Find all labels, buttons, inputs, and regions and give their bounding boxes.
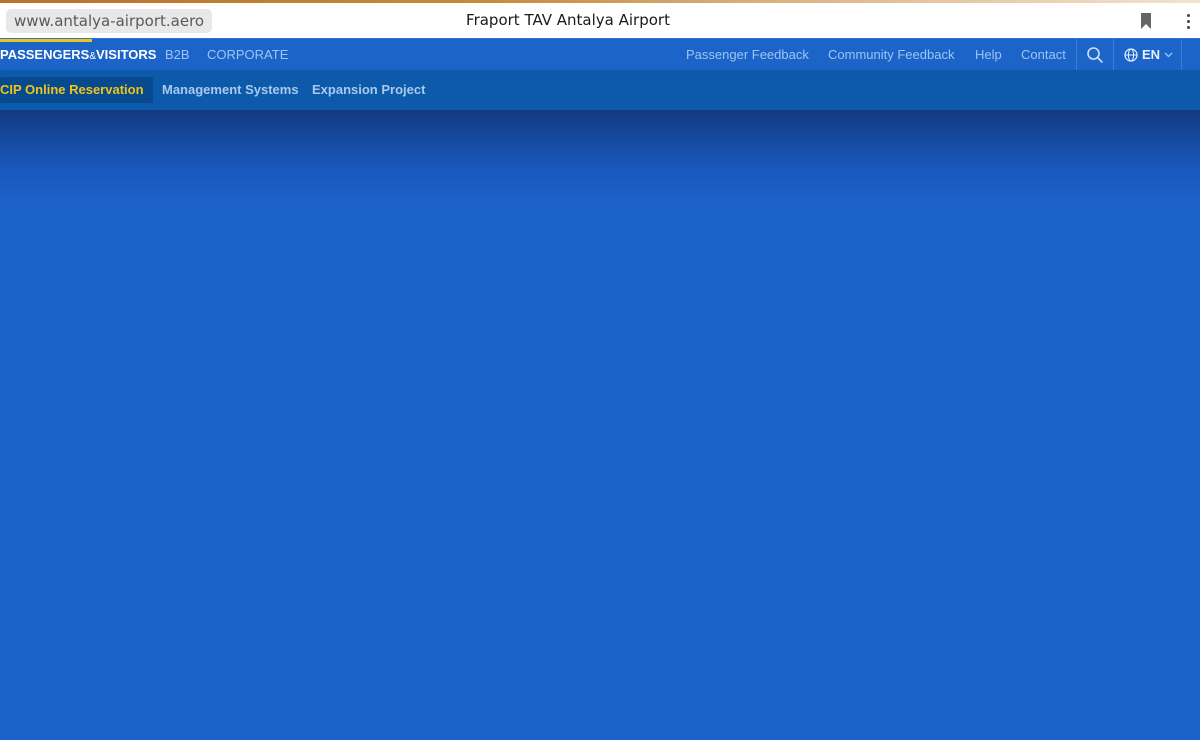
nav-passengers-visitors[interactable]: PASSENGERS&VISITORS — [0, 39, 156, 70]
nav-divider — [1076, 39, 1077, 70]
browser-toolbar: www.antalya-airport.aero Fraport TAV Ant… — [0, 3, 1200, 38]
nav-divider — [1181, 39, 1182, 70]
language-label: EN — [1142, 47, 1161, 62]
nav-passengers-amp: & — [89, 51, 97, 62]
nav-community-feedback[interactable]: Community Feedback — [828, 39, 954, 70]
subnav-cip-online-reservation[interactable]: CIP Online Reservation — [0, 77, 153, 103]
globe-icon — [1124, 47, 1138, 62]
nav-help[interactable]: Help — [975, 39, 1002, 70]
subnav-management-systems[interactable]: Management Systems — [162, 70, 299, 110]
nav-passengers-label: PASSENGERS — [0, 47, 90, 62]
nav-corporate[interactable]: CORPORATE — [207, 39, 288, 70]
nav-passenger-feedback[interactable]: Passenger Feedback — [686, 39, 809, 70]
chevron-down-icon — [1164, 52, 1173, 57]
hero-area — [0, 110, 1200, 740]
secondary-nav: CIP Online Reservation Management System… — [0, 70, 1200, 110]
page-title: Fraport TAV Antalya Airport — [466, 11, 670, 29]
primary-nav: PASSENGERS&VISITORS B2B CORPORATE Passen… — [0, 38, 1200, 70]
nav-contact[interactable]: Contact — [1021, 39, 1066, 70]
search-icon[interactable] — [1086, 46, 1104, 64]
bookmark-icon[interactable] — [1140, 13, 1152, 29]
subnav-expansion-project[interactable]: Expansion Project — [312, 70, 425, 110]
nav-visitors-label: VISITORS — [96, 47, 157, 62]
nav-b2b[interactable]: B2B — [165, 39, 190, 70]
language-selector[interactable]: EN — [1124, 39, 1173, 70]
nav-divider — [1113, 39, 1114, 70]
vertical-ellipsis-icon[interactable] — [1178, 11, 1198, 31]
